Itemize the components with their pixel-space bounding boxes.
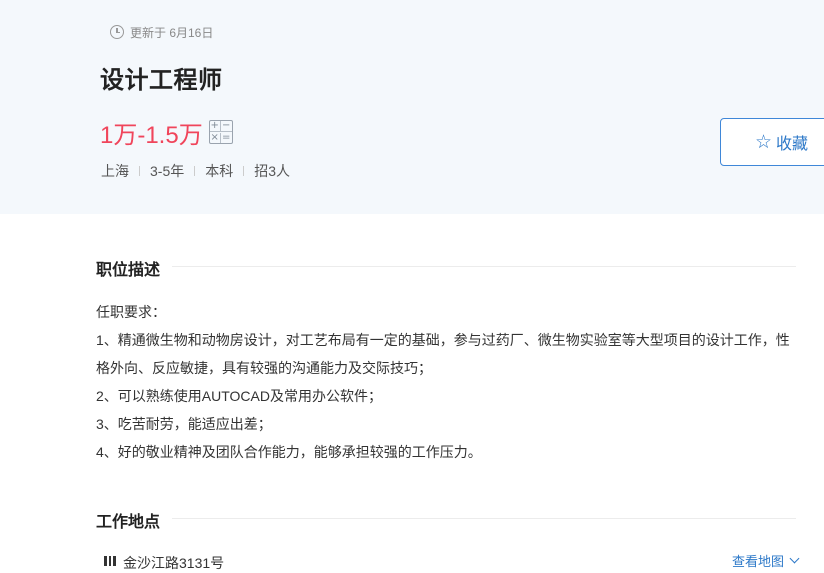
section-title-location: 工作地点 bbox=[96, 514, 161, 531]
job-title: 设计工程师 bbox=[100, 67, 223, 94]
salary-row: 1万-1.5万 + − × = bbox=[100, 116, 233, 149]
calc-equals: = bbox=[222, 131, 231, 143]
chevron-down-icon bbox=[789, 553, 800, 564]
star-icon: ☆ bbox=[755, 131, 773, 153]
update-time: 更新于 6月16日 bbox=[130, 25, 214, 40]
section-divider bbox=[172, 518, 796, 519]
calc-minus: − bbox=[220, 120, 232, 132]
tag-education: 本科 bbox=[205, 163, 234, 179]
calc-times: × bbox=[210, 131, 221, 143]
view-map-label: 查看地图 bbox=[732, 554, 785, 569]
tag-divider bbox=[243, 166, 245, 176]
salary: 1万-1.5万 bbox=[100, 121, 203, 149]
tag-divider bbox=[139, 166, 140, 176]
description-line: 3、吃苦耐劳，能适应出差； bbox=[96, 416, 272, 432]
building-icon bbox=[104, 556, 116, 566]
description-line: 任职要求： bbox=[96, 304, 166, 320]
job-tags: 上海 3-5年 本科 招3人 bbox=[101, 162, 290, 180]
job-description: 任职要求： 1、精通微生物和动物房设计，对工艺布局有一定的基础，参与过药厂、微生… bbox=[96, 298, 796, 466]
description-line: 1、精通微生物和动物房设计，对工艺布局有一定的基础，参与过药厂、微生物实验室等大… bbox=[96, 332, 790, 376]
favorite-button[interactable]: ☆ 收藏 bbox=[720, 118, 824, 166]
description-line: 4、好的敬业精神及团队合作能力，能够承担较强的工作压力。 bbox=[96, 444, 482, 460]
work-address: 金沙江路3131号 bbox=[123, 555, 225, 571]
section-divider bbox=[172, 266, 796, 267]
update-info: 更新于 6月16日 bbox=[110, 24, 213, 40]
calculator-icon[interactable]: + − × = bbox=[208, 120, 233, 144]
tag-city: 上海 bbox=[101, 163, 129, 179]
tag-divider bbox=[194, 166, 196, 176]
tag-headcount: 招3人 bbox=[254, 163, 291, 179]
job-header: 更新于 6月16日 设计工程师 1万-1.5万 + − × = 上海 3-5年 … bbox=[0, 0, 824, 214]
view-map-link[interactable]: 查看地图 bbox=[732, 551, 800, 570]
tag-experience: 3-5年 bbox=[150, 163, 185, 179]
description-line: 2、可以熟练使用AUTOCAD及常用办公软件； bbox=[96, 388, 382, 404]
favorite-label: 收藏 bbox=[776, 136, 809, 153]
section-title-description: 职位描述 bbox=[96, 262, 161, 279]
calc-plus: + bbox=[209, 120, 221, 132]
clock-icon bbox=[110, 25, 124, 39]
